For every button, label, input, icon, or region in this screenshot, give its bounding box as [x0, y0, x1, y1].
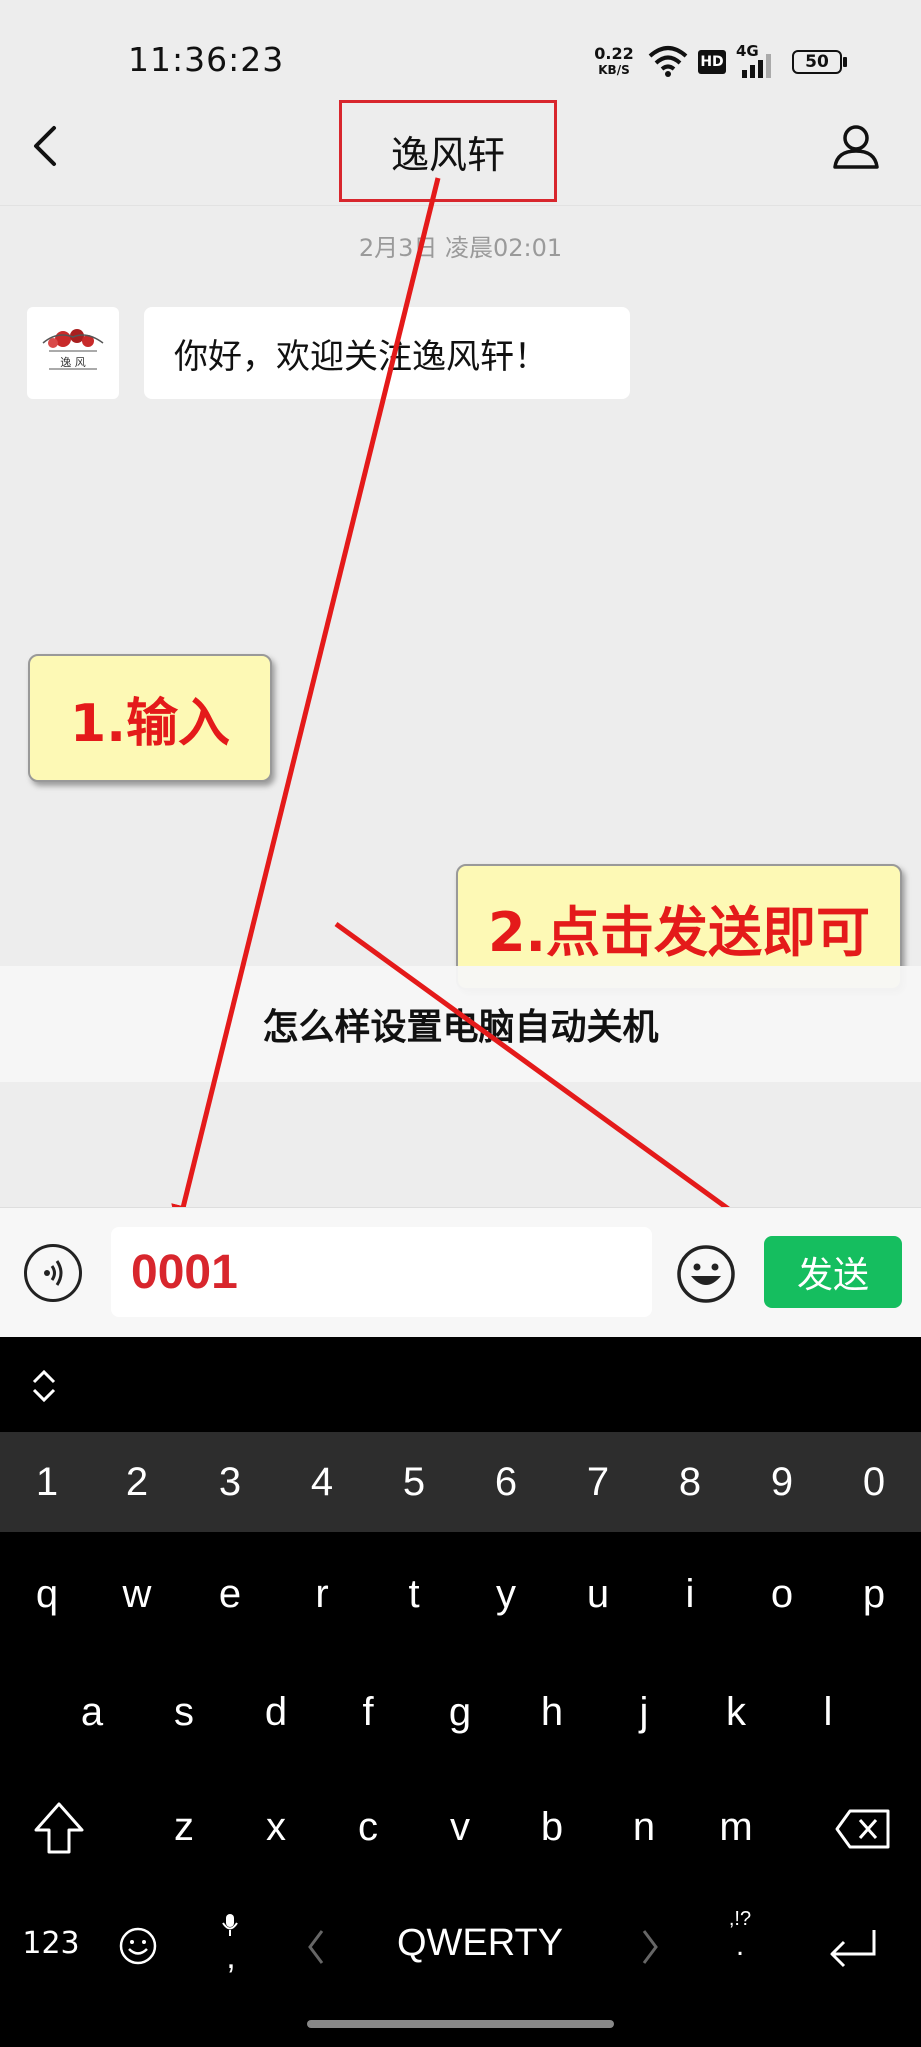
- key-h[interactable]: h: [522, 1690, 582, 1735]
- battery-icon: 50: [792, 50, 842, 74]
- cursor-right-icon[interactable]: [640, 1928, 660, 1966]
- key-x[interactable]: x: [246, 1805, 306, 1850]
- key-v[interactable]: v: [430, 1805, 490, 1850]
- mic-icon[interactable]: [221, 1912, 239, 1938]
- status-clock: 11:36:23: [128, 40, 285, 79]
- home-indicator[interactable]: [307, 2020, 614, 2028]
- message-bubble: 你好，欢迎关注逸风轩！: [144, 307, 630, 399]
- key-k[interactable]: k: [706, 1690, 766, 1735]
- key-s[interactable]: s: [154, 1690, 214, 1735]
- emoji-icon[interactable]: [118, 1926, 158, 1966]
- key-6[interactable]: 6: [476, 1460, 536, 1505]
- key-e[interactable]: e: [200, 1572, 260, 1617]
- key-q[interactable]: q: [17, 1572, 77, 1617]
- key-4[interactable]: 4: [292, 1460, 352, 1505]
- annotation-step-2-text: 2.点击发送即可: [487, 900, 871, 964]
- key-5[interactable]: 5: [384, 1460, 444, 1505]
- back-icon[interactable]: [30, 124, 60, 168]
- profile-icon[interactable]: [832, 124, 880, 170]
- article-title-banner: 怎么样设置电脑自动关机: [0, 966, 921, 1082]
- annotation-step-1-text: 1.输入: [70, 693, 230, 754]
- article-title-text: 怎么样设置电脑自动关机: [262, 1007, 659, 1048]
- battery-level: 50: [805, 52, 829, 72]
- key-z[interactable]: z: [154, 1805, 214, 1850]
- signal-icon: [742, 54, 771, 78]
- key-i[interactable]: i: [660, 1572, 720, 1617]
- key-9[interactable]: 9: [752, 1460, 812, 1505]
- avatar-logo-icon: [42, 329, 104, 370]
- key-1[interactable]: 1: [17, 1460, 77, 1505]
- key-u[interactable]: u: [568, 1572, 628, 1617]
- network-speed-unit: KB/S: [598, 63, 630, 77]
- key-c[interactable]: c: [338, 1805, 398, 1850]
- enter-icon[interactable]: [826, 1926, 880, 1968]
- key-8[interactable]: 8: [660, 1460, 720, 1505]
- key-w[interactable]: w: [107, 1572, 167, 1617]
- key-p[interactable]: p: [844, 1572, 904, 1617]
- key-numbers-mode[interactable]: 123: [16, 1926, 86, 1961]
- emoji-icon[interactable]: [676, 1244, 736, 1304]
- keyboard-toolbar: [0, 1337, 921, 1432]
- key-punctuation[interactable]: ,!? .: [720, 1908, 760, 1961]
- avatar[interactable]: 逸 风: [27, 307, 119, 399]
- battery-tip: [843, 57, 847, 67]
- chat-title: 逸风轩: [339, 100, 557, 202]
- key-0[interactable]: 0: [844, 1460, 904, 1505]
- key-r[interactable]: r: [292, 1572, 352, 1617]
- expand-collapse-icon[interactable]: [30, 1368, 58, 1404]
- key-2[interactable]: 2: [107, 1460, 167, 1505]
- key-punctuation-alt: ,!?: [728, 1908, 752, 1930]
- avatar-text: 逸 风: [60, 356, 86, 369]
- key-o[interactable]: o: [752, 1572, 812, 1617]
- key-n[interactable]: n: [614, 1805, 674, 1850]
- shift-icon[interactable]: [32, 1800, 86, 1856]
- key-7[interactable]: 7: [568, 1460, 628, 1505]
- key-a[interactable]: a: [62, 1690, 122, 1735]
- key-j[interactable]: j: [614, 1690, 674, 1735]
- send-button[interactable]: 发送: [764, 1236, 902, 1308]
- key-l[interactable]: l: [798, 1690, 858, 1735]
- voice-icon: [44, 1260, 63, 1286]
- key-f[interactable]: f: [338, 1690, 398, 1735]
- key-m[interactable]: m: [706, 1805, 766, 1850]
- hd-badge: HD: [698, 50, 726, 74]
- wifi-icon: [648, 46, 688, 77]
- cursor-left-icon[interactable]: [306, 1928, 326, 1966]
- key-period: .: [735, 1929, 745, 1962]
- key-comma[interactable]: ,: [216, 1938, 246, 1977]
- backspace-icon[interactable]: [834, 1808, 892, 1850]
- key-t[interactable]: t: [384, 1572, 444, 1617]
- space-key[interactable]: QWERTY: [360, 1922, 600, 1965]
- key-d[interactable]: d: [246, 1690, 306, 1735]
- message-timestamp: 2月3日 凌晨02:01: [358, 234, 563, 262]
- key-b[interactable]: b: [522, 1805, 582, 1850]
- send-button-label: 发送: [796, 1255, 869, 1296]
- key-y[interactable]: y: [476, 1572, 536, 1617]
- network-speed: 0.22 KB/S: [592, 46, 636, 78]
- key-3[interactable]: 3: [200, 1460, 260, 1505]
- message-input[interactable]: [111, 1227, 652, 1317]
- voice-input-button[interactable]: [24, 1244, 82, 1302]
- network-speed-value: 0.22: [594, 44, 634, 63]
- annotation-step-1: 1.输入: [28, 654, 272, 782]
- key-g[interactable]: g: [430, 1690, 490, 1735]
- message-text: 你好，欢迎关注逸风轩！: [174, 336, 548, 377]
- chat-title-text: 逸风轩: [390, 132, 505, 177]
